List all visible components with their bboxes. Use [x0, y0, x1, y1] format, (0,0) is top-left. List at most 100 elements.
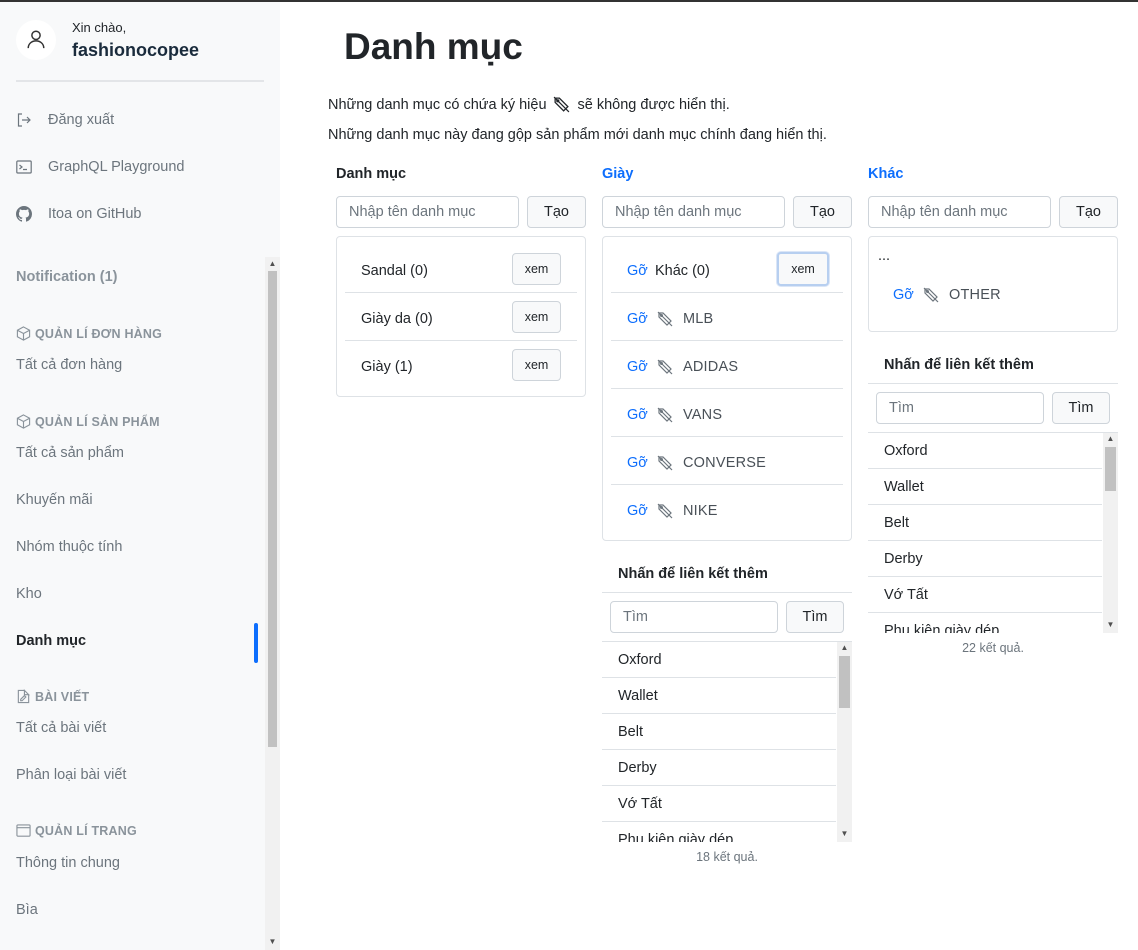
github-icon: [16, 206, 32, 222]
scroll-down-arrow[interactable]: ▼: [837, 828, 852, 840]
hidden-tag-icon: [657, 455, 673, 474]
list-item[interactable]: Phụ kiện giày dép: [602, 822, 836, 842]
list-item: Sandal (0) xem: [345, 245, 577, 293]
notification-link[interactable]: Notification (1): [16, 269, 118, 285]
list-item[interactable]: Vớ Tất: [868, 577, 1102, 613]
nav-attribute-groups[interactable]: Nhóm thuộc tính: [16, 539, 122, 555]
hidden-category-name: ADIDAS: [683, 359, 739, 375]
view-button[interactable]: xem: [512, 349, 561, 381]
list-item[interactable]: Wallet: [868, 469, 1102, 505]
link-more-heading: Nhấn để liên kết thêm: [618, 566, 768, 582]
scroll-up-arrow[interactable]: ▲: [837, 642, 852, 654]
list-item[interactable]: Belt: [868, 505, 1102, 541]
category-name[interactable]: Sandal (0): [361, 263, 428, 279]
sidebar-scrollbar[interactable]: ▲ ▼: [265, 257, 280, 950]
nav-promotions[interactable]: Khuyến mãi: [16, 492, 93, 508]
list-item[interactable]: Oxford: [602, 642, 836, 678]
nav-all-posts[interactable]: Tất cả bài viết: [16, 720, 106, 736]
list-scrollbar[interactable]: ▲ ▼: [837, 642, 852, 842]
link-search-button[interactable]: Tìm: [786, 601, 844, 633]
list-item[interactable]: Oxford: [868, 433, 1102, 469]
hidden-tag-icon: [657, 311, 673, 330]
list-item: Gỡ Khác (0) xem: [611, 245, 843, 293]
list-item[interactable]: Derby: [868, 541, 1102, 577]
products-section-head: QUẢN LÍ SẢN PHẨM: [16, 414, 160, 429]
hidden-category-name: VANS: [683, 407, 723, 423]
nav-categories[interactable]: Danh mục: [16, 633, 86, 649]
create-button[interactable]: Tạo: [527, 196, 586, 228]
list-item: Gỡ MLB: [611, 293, 843, 341]
orders-section-head: QUẢN LÍ ĐƠN HÀNG: [16, 326, 162, 341]
list-item[interactable]: Vớ Tất: [602, 786, 836, 822]
hidden-tag-icon: [657, 503, 673, 522]
list-item[interactable]: Wallet: [602, 678, 836, 714]
remove-link[interactable]: Gỡ: [893, 287, 914, 303]
edit-file-icon: [16, 689, 31, 704]
new-category-input[interactable]: [336, 196, 519, 228]
nav-cover[interactable]: Bìa: [16, 902, 38, 918]
list-item: Giày da (0) xem: [345, 293, 577, 341]
list-item[interactable]: Phụ kiện giày dép: [868, 613, 1102, 633]
view-button[interactable]: xem: [777, 252, 829, 286]
scroll-thumb[interactable]: [268, 271, 277, 747]
logout-link[interactable]: Đăng xuất: [16, 108, 114, 132]
view-button[interactable]: xem: [512, 301, 561, 333]
products-section-title: QUẢN LÍ SẢN PHẨM: [35, 414, 160, 429]
new-category-input[interactable]: [602, 196, 785, 228]
avatar[interactable]: [16, 20, 56, 60]
user-box: Xin chào, fashionocopee: [16, 18, 264, 82]
scroll-down-arrow[interactable]: ▼: [1103, 619, 1118, 631]
category-name[interactable]: Giày da (0): [361, 311, 433, 327]
list-scrollbar[interactable]: ▲ ▼: [1103, 433, 1118, 633]
nav-all-orders[interactable]: Tất cả đơn hàng: [16, 357, 122, 373]
column-title-giay[interactable]: Giày: [602, 166, 633, 182]
link-search-input[interactable]: [876, 392, 1044, 424]
column-title-khac[interactable]: Khác: [868, 166, 903, 182]
nav-post-categories[interactable]: Phân loại bài viết: [16, 767, 126, 783]
category-name[interactable]: Khác (0): [655, 263, 710, 279]
graphql-playground-link[interactable]: GraphQL Playground: [16, 155, 185, 179]
link-candidate-list: Oxford Wallet Belt Derby Vớ Tất Phụ kiện…: [602, 642, 852, 842]
hidden-category-name: OTHER: [949, 287, 1001, 303]
link-search-button[interactable]: Tìm: [1052, 392, 1110, 424]
view-button[interactable]: xem: [512, 253, 561, 285]
note-text-before: Những danh mục có chứa ký hiệu: [328, 96, 547, 113]
remove-link[interactable]: Gỡ: [627, 263, 648, 279]
category-name[interactable]: Giày (1): [361, 359, 413, 375]
list-item[interactable]: Derby: [602, 750, 836, 786]
logout-label: Đăng xuất: [48, 112, 115, 128]
list-item: Gỡ CONVERSE: [611, 437, 843, 485]
remove-link[interactable]: Gỡ: [627, 359, 648, 375]
divider: [868, 383, 1118, 384]
remove-link[interactable]: Gỡ: [627, 407, 648, 423]
list-item: Gỡ VANS: [611, 389, 843, 437]
create-button[interactable]: Tạo: [1059, 196, 1118, 228]
new-category-input[interactable]: [868, 196, 1051, 228]
remove-link[interactable]: Gỡ: [627, 455, 648, 471]
github-link[interactable]: Itoa on GitHub: [16, 202, 142, 226]
result-count: 22 kết quả.: [962, 641, 1024, 655]
github-label: Itoa on GitHub: [48, 206, 142, 222]
result-count: 18 kết quả.: [696, 850, 758, 864]
scroll-thumb[interactable]: [1105, 447, 1116, 491]
remove-link[interactable]: Gỡ: [627, 503, 648, 519]
window-icon: [16, 823, 31, 838]
nav-warehouse[interactable]: Kho: [16, 586, 42, 602]
hidden-category-name: NIKE: [683, 503, 718, 519]
link-candidate-list: Oxford Wallet Belt Derby Vớ Tất Phụ kiện…: [868, 433, 1118, 633]
link-more-heading: Nhấn để liên kết thêm: [884, 357, 1034, 373]
scroll-up-arrow[interactable]: ▲: [1103, 433, 1118, 445]
sidebar-nav: Notification (1) QUẢN LÍ ĐƠN HÀNG Tất cả…: [0, 257, 280, 950]
create-button[interactable]: Tạo: [793, 196, 852, 228]
column-title-root: Danh mục: [336, 166, 407, 182]
nav-general-info[interactable]: Thông tin chung: [16, 855, 120, 871]
list-item[interactable]: Belt: [602, 714, 836, 750]
scroll-thumb[interactable]: [839, 656, 850, 708]
link-search-input[interactable]: [610, 601, 778, 633]
remove-link[interactable]: Gỡ: [627, 311, 648, 327]
nav-all-products[interactable]: Tất cả sản phẩm: [16, 445, 124, 461]
merge-note: Những danh mục này đang gộp sản phẩm mới…: [328, 127, 827, 143]
scroll-up-arrow[interactable]: ▲: [268, 259, 277, 269]
scroll-down-arrow[interactable]: ▼: [268, 937, 277, 947]
parent-ellipsis: ...: [878, 248, 891, 264]
